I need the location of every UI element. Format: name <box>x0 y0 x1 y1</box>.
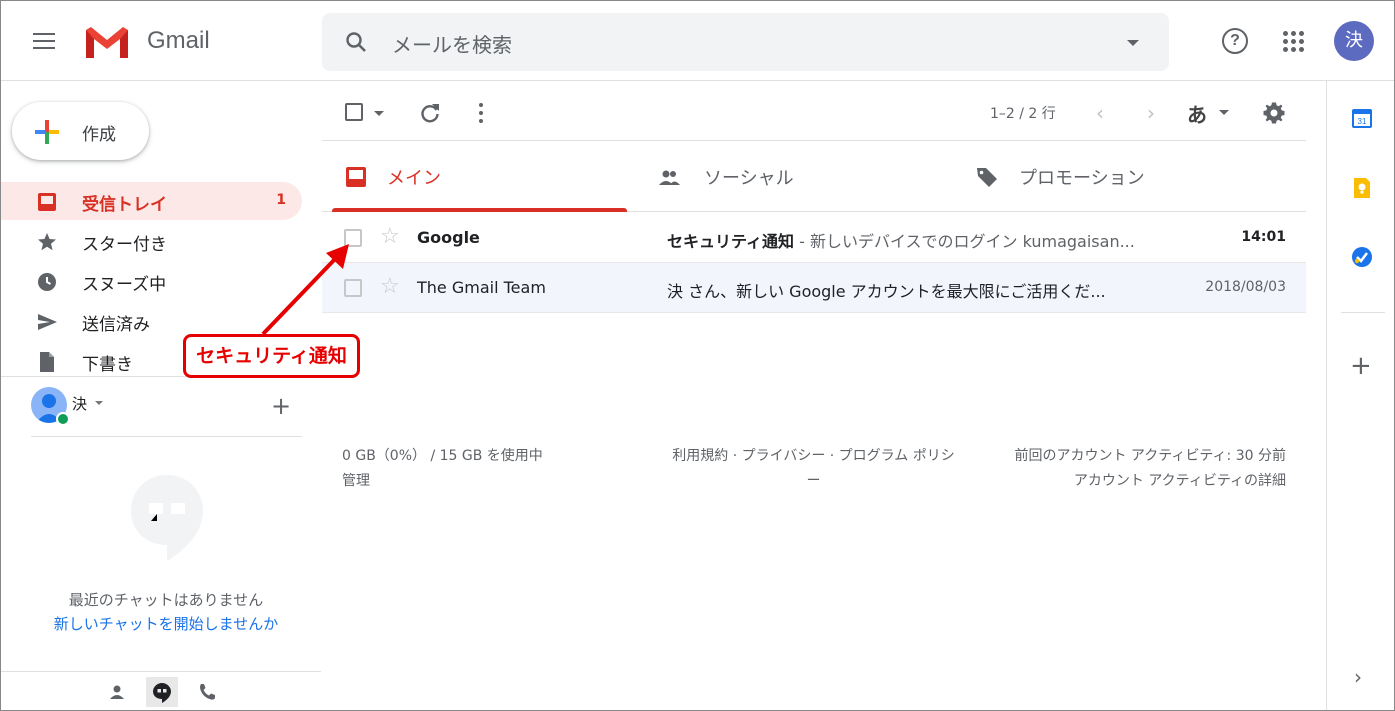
start-new-chat-link[interactable]: 新しいチャットを開始しませんか <box>1 613 331 634</box>
sidebar-item-inbox[interactable]: 受信トレイ 1 <box>1 182 302 220</box>
sidebar-item-label: 受信トレイ <box>82 195 167 215</box>
email-sender: Google <box>417 228 480 247</box>
email-subject: セキュリティ通知 <box>667 232 795 251</box>
sidebar-item-label: スター付き <box>82 235 167 255</box>
input-tools-button[interactable]: あ <box>1187 99 1207 128</box>
sidebar-item-starred[interactable]: スター付き <box>1 222 302 260</box>
chat-bottom-tabs <box>101 677 231 707</box>
email-row[interactable]: ☆ Google セキュリティ通知 - 新しいデバイスでのログイン kumaga… <box>322 213 1306 263</box>
storage-usage: 0 GB（0%） / 15 GB を使用中 管理 <box>342 444 543 494</box>
online-status-dot <box>56 412 70 426</box>
activity-details-link[interactable]: アカウント アクティビティの詳細 <box>986 469 1286 494</box>
hangouts-icon <box>131 475 203 561</box>
tab-social[interactable]: ソーシャル <box>637 142 952 212</box>
sidebar-item-label: スヌーズ中 <box>82 275 167 295</box>
apps-grid-icon[interactable] <box>1283 31 1305 53</box>
chat-bottom-divider <box>1 671 321 672</box>
input-tools-caret-icon[interactable] <box>1219 110 1229 115</box>
inbox-icon <box>346 167 366 187</box>
inbox-unread-count: 1 <box>276 192 286 208</box>
footer-links: 利用規約 · プライバシー · プログラム ポリシ ー <box>656 444 971 494</box>
storage-usage-text: 0 GB（0%） / 15 GB を使用中 <box>342 448 543 464</box>
rail-divider <box>1341 312 1385 313</box>
email-subject-line: セキュリティ通知 - 新しいデバイスでのログイン kumagaisan... <box>667 228 1172 252</box>
annotation-callout: セキュリティ通知 <box>183 334 360 378</box>
star-toggle-icon[interactable]: ☆ <box>380 275 400 299</box>
help-icon[interactable]: ? <box>1222 28 1248 54</box>
svg-text:31: 31 <box>1358 117 1367 126</box>
more-options-icon[interactable] <box>478 102 484 124</box>
account-activity: 前回のアカウント アクティビティ: 30 分前 アカウント アクティビティの詳細 <box>986 444 1286 494</box>
main-menu-icon[interactable] <box>33 31 57 51</box>
pagination-count: 1–2 / 2 行 <box>990 106 1056 122</box>
last-activity-text: 前回のアカウント アクティビティ: 30 分前 <box>1014 448 1286 464</box>
hangouts-tab-icon[interactable] <box>146 677 178 707</box>
email-sender: The Gmail Team <box>417 278 546 297</box>
active-tab-indicator <box>332 208 627 212</box>
email-subject: 決 さん、新しい Google アカウントを最大限にご活用くだ... <box>667 282 1106 301</box>
top-header: Gmail メールを検索 ? 決 <box>1 1 1394 81</box>
sidebar-item-label: 下書き <box>82 355 133 375</box>
tag-icon <box>977 168 997 187</box>
compose-label: 作成 <box>82 125 116 145</box>
get-addons-plus-icon[interactable]: + <box>1350 353 1372 379</box>
tab-label: プロモーション <box>1019 168 1145 189</box>
star-toggle-icon[interactable]: ☆ <box>380 225 400 249</box>
draft-icon <box>40 352 54 372</box>
search-bar[interactable]: メールを検索 <box>322 13 1169 71</box>
chat-user-name[interactable]: 決 <box>72 393 87 414</box>
clock-icon <box>38 273 56 291</box>
email-subject-line: 決 さん、新しい Google アカウントを最大限にご活用くだ... <box>667 278 1172 302</box>
contacts-icon[interactable] <box>101 677 133 707</box>
email-date: 2018/08/03 <box>1205 279 1286 295</box>
calendar-icon[interactable]: 31 <box>1351 107 1373 129</box>
phone-icon[interactable] <box>191 677 223 707</box>
sidebar-item-snoozed[interactable]: スヌーズ中 <box>1 262 302 300</box>
no-recent-chats-text: 最近のチャットはありません <box>68 591 264 609</box>
chat-status-caret-icon[interactable] <box>95 401 103 405</box>
search-icon[interactable] <box>344 30 368 54</box>
people-icon <box>659 170 680 185</box>
star-icon <box>38 233 56 251</box>
tab-promotions[interactable]: プロモーション <box>952 142 1306 212</box>
gmail-window: Gmail メールを検索 ? 決 作成 受信トレイ 1 スター付き スヌーズ中 … <box>0 0 1395 711</box>
chat-divider <box>31 436 302 437</box>
gmail-logo-icon[interactable] <box>83 25 131 61</box>
search-options-caret-icon[interactable] <box>1127 40 1139 46</box>
email-checkbox[interactable] <box>344 229 362 247</box>
email-checkbox[interactable] <box>344 279 362 297</box>
gear-icon[interactable] <box>1262 101 1286 125</box>
sidebar-item-label: 送信済み <box>82 315 150 335</box>
select-options-caret-icon[interactable] <box>374 111 384 116</box>
inbox-icon <box>38 193 56 211</box>
expand-side-panel-chevron-icon[interactable]: › <box>1354 665 1362 689</box>
compose-plus-icon <box>35 120 59 144</box>
newer-page-chevron-icon[interactable]: ‹ <box>1096 103 1104 123</box>
gmail-logo-text[interactable]: Gmail <box>147 27 210 55</box>
select-all-checkbox[interactable] <box>345 103 363 121</box>
mail-toolbar: 1–2 / 2 行 ‹ › あ <box>322 83 1306 141</box>
terms-privacy-links[interactable]: 利用規約 · プライバシー · プログラム ポリシ <box>656 444 971 469</box>
send-icon <box>38 314 57 330</box>
compose-button[interactable]: 作成 <box>12 102 149 160</box>
tasks-icon[interactable] <box>1351 246 1373 268</box>
keep-icon[interactable] <box>1351 177 1373 199</box>
refresh-icon[interactable] <box>419 102 441 124</box>
email-date: 14:01 <box>1241 229 1286 245</box>
account-avatar[interactable]: 決 <box>1334 21 1374 61</box>
tab-label: ソーシャル <box>704 168 794 189</box>
manage-storage-link[interactable]: 管理 <box>342 469 543 494</box>
email-snippet: - 新しいデバイスでのログイン kumagaisan... <box>794 232 1135 251</box>
tab-primary[interactable]: メイン <box>322 142 637 212</box>
older-page-chevron-icon[interactable]: › <box>1147 103 1155 123</box>
terms-privacy-links-cont[interactable]: ー <box>656 469 971 494</box>
search-input[interactable]: メールを検索 <box>392 29 512 58</box>
email-row[interactable]: ☆ The Gmail Team 決 さん、新しい Google アカウントを最… <box>322 263 1306 313</box>
right-rail-divider <box>1326 81 1327 710</box>
category-tabs: メイン ソーシャル プロモーション <box>322 142 1306 212</box>
new-chat-plus-icon[interactable]: + <box>271 394 291 418</box>
tab-label: メイン <box>387 168 441 189</box>
